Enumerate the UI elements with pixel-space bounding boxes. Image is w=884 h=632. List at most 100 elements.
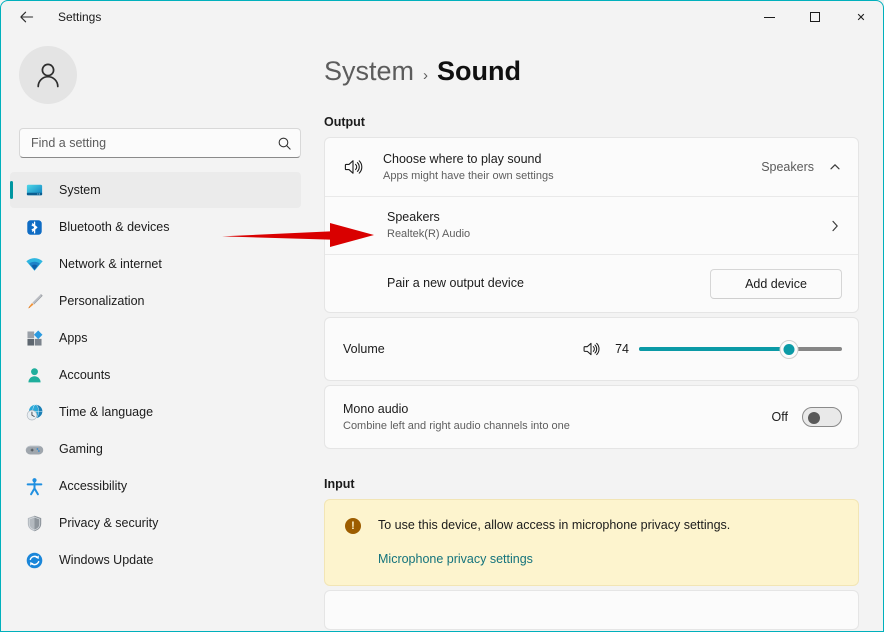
breadcrumb-parent[interactable]: System: [324, 56, 414, 87]
mono-audio-card: Mono audio Combine left and right audio …: [324, 385, 859, 449]
account-person-icon: [24, 365, 44, 385]
mono-audio-text: Mono audio Combine left and right audio …: [343, 401, 772, 434]
sidebar-item-label: Bluetooth & devices: [59, 220, 170, 234]
minimize-icon: [764, 17, 775, 18]
pair-device-title: Pair a new output device: [387, 275, 710, 292]
pair-device-text: Pair a new output device: [387, 275, 710, 292]
warning-text: To use this device, allow access in micr…: [378, 517, 842, 535]
window-controls: ✕: [746, 0, 884, 34]
warning-body: To use this device, allow access in micr…: [378, 517, 842, 568]
toggle-knob: [808, 412, 820, 424]
volume-text: Volume: [343, 341, 580, 358]
volume-value: 74: [611, 342, 629, 356]
user-avatar-icon: [31, 58, 65, 92]
section-heading-output: Output: [324, 115, 859, 129]
volume-slider[interactable]: [639, 339, 842, 359]
selected-output-value: Speakers: [761, 160, 814, 174]
wifi-icon: [24, 254, 44, 274]
system-monitor-icon: [24, 180, 44, 200]
sidebar-item-system[interactable]: System: [10, 172, 301, 208]
sidebar-item-personalization[interactable]: Personalization: [10, 283, 301, 319]
add-device-button[interactable]: Add device: [710, 269, 842, 299]
mono-audio-state-label: Off: [772, 410, 788, 424]
sidebar-nav: System Bluetooth & devices Network &: [10, 172, 310, 578]
volume-title: Volume: [343, 341, 580, 358]
sidebar-item-label: Gaming: [59, 442, 103, 456]
volume-slider-thumb[interactable]: [780, 340, 799, 359]
choose-playback-device-title: Choose where to play sound: [383, 151, 761, 168]
microphone-privacy-settings-link[interactable]: Microphone privacy settings: [378, 552, 533, 566]
input-device-card-partial: [324, 590, 859, 630]
back-button[interactable]: [10, 2, 44, 32]
choose-playback-device-row[interactable]: Choose where to play sound Apps might ha…: [325, 138, 858, 196]
pair-device-right: Add device: [710, 269, 842, 299]
chevron-up-icon[interactable]: [828, 160, 842, 174]
speakers-device-right: [828, 219, 842, 233]
paintbrush-icon: [24, 291, 44, 311]
sidebar-item-apps[interactable]: Apps: [10, 320, 301, 356]
close-icon: ✕: [856, 11, 865, 24]
mono-audio-toggle[interactable]: [802, 407, 842, 427]
back-arrow-icon: [19, 9, 35, 25]
speakers-device-row[interactable]: Speakers Realtek(R) Audio: [325, 196, 858, 254]
sidebar-item-accessibility[interactable]: Accessibility: [10, 468, 301, 504]
avatar[interactable]: [19, 46, 77, 104]
speakers-device-text: Speakers Realtek(R) Audio: [387, 209, 828, 242]
sidebar-item-privacy-security[interactable]: Privacy & security: [10, 505, 301, 541]
sidebar-item-label: Accessibility: [59, 479, 127, 493]
avatar-block: [19, 46, 310, 104]
breadcrumb: System › Sound: [324, 56, 859, 87]
sidebar-item-label: Accounts: [59, 368, 110, 382]
close-button[interactable]: ✕: [838, 0, 884, 34]
volume-slider-fill: [639, 347, 789, 351]
sidebar-item-bluetooth-devices[interactable]: Bluetooth & devices: [10, 209, 301, 245]
apps-grid-icon: [24, 328, 44, 348]
title-bar: Settings ✕: [0, 0, 884, 34]
search-box[interactable]: [19, 128, 301, 158]
sidebar-item-gaming[interactable]: Gaming: [10, 431, 301, 467]
sidebar-item-network-internet[interactable]: Network & internet: [10, 246, 301, 282]
choose-playback-device-right: Speakers: [761, 160, 842, 174]
shield-icon: [24, 513, 44, 533]
mono-audio-right: Off: [772, 407, 842, 427]
sidebar-item-windows-update[interactable]: Windows Update: [10, 542, 301, 578]
choose-playback-device-subtitle: Apps might have their own settings: [383, 169, 761, 184]
minimize-button[interactable]: [746, 0, 792, 34]
page-title: Sound: [437, 56, 521, 87]
speaker-volume-icon[interactable]: [580, 339, 601, 360]
maximize-icon: [810, 12, 820, 22]
sidebar: System Bluetooth & devices Network &: [0, 34, 310, 632]
speaker-volume-icon: [341, 155, 365, 179]
mono-audio-row: Mono audio Combine left and right audio …: [325, 386, 858, 448]
pair-new-output-device-row: Pair a new output device Add device: [325, 254, 858, 312]
sidebar-item-label: Apps: [59, 331, 88, 345]
speakers-device-title: Speakers: [387, 209, 828, 226]
volume-card: Volume 74: [324, 317, 859, 381]
clock-globe-icon: [24, 402, 44, 422]
volume-controls: 74: [580, 339, 842, 360]
mono-audio-title: Mono audio: [343, 401, 772, 418]
sidebar-item-label: Windows Update: [59, 553, 154, 567]
sidebar-item-label: Network & internet: [59, 257, 162, 271]
accessibility-person-icon: [24, 476, 44, 496]
chevron-right-icon[interactable]: [828, 219, 842, 233]
sidebar-item-label: Personalization: [59, 294, 144, 308]
maximize-button[interactable]: [792, 0, 838, 34]
sidebar-item-time-language[interactable]: Time & language: [10, 394, 301, 430]
window-title: Settings: [58, 10, 101, 24]
output-device-card: Choose where to play sound Apps might ha…: [324, 137, 859, 313]
search-icon[interactable]: [277, 136, 292, 151]
gamepad-icon: [24, 439, 44, 459]
breadcrumb-separator-icon: ›: [423, 67, 428, 84]
choose-playback-device-text: Choose where to play sound Apps might ha…: [383, 151, 761, 184]
speakers-device-subtitle: Realtek(R) Audio: [387, 227, 828, 242]
search-input[interactable]: [31, 136, 277, 150]
volume-row: Volume 74: [325, 318, 858, 380]
sidebar-item-label: Privacy & security: [59, 516, 158, 530]
exclamation-circle-icon: !: [345, 518, 361, 534]
sidebar-item-label: System: [59, 183, 101, 197]
sidebar-item-accounts[interactable]: Accounts: [10, 357, 301, 393]
update-refresh-icon: [24, 550, 44, 570]
sidebar-item-label: Time & language: [59, 405, 153, 419]
mono-audio-subtitle: Combine left and right audio channels in…: [343, 419, 772, 434]
